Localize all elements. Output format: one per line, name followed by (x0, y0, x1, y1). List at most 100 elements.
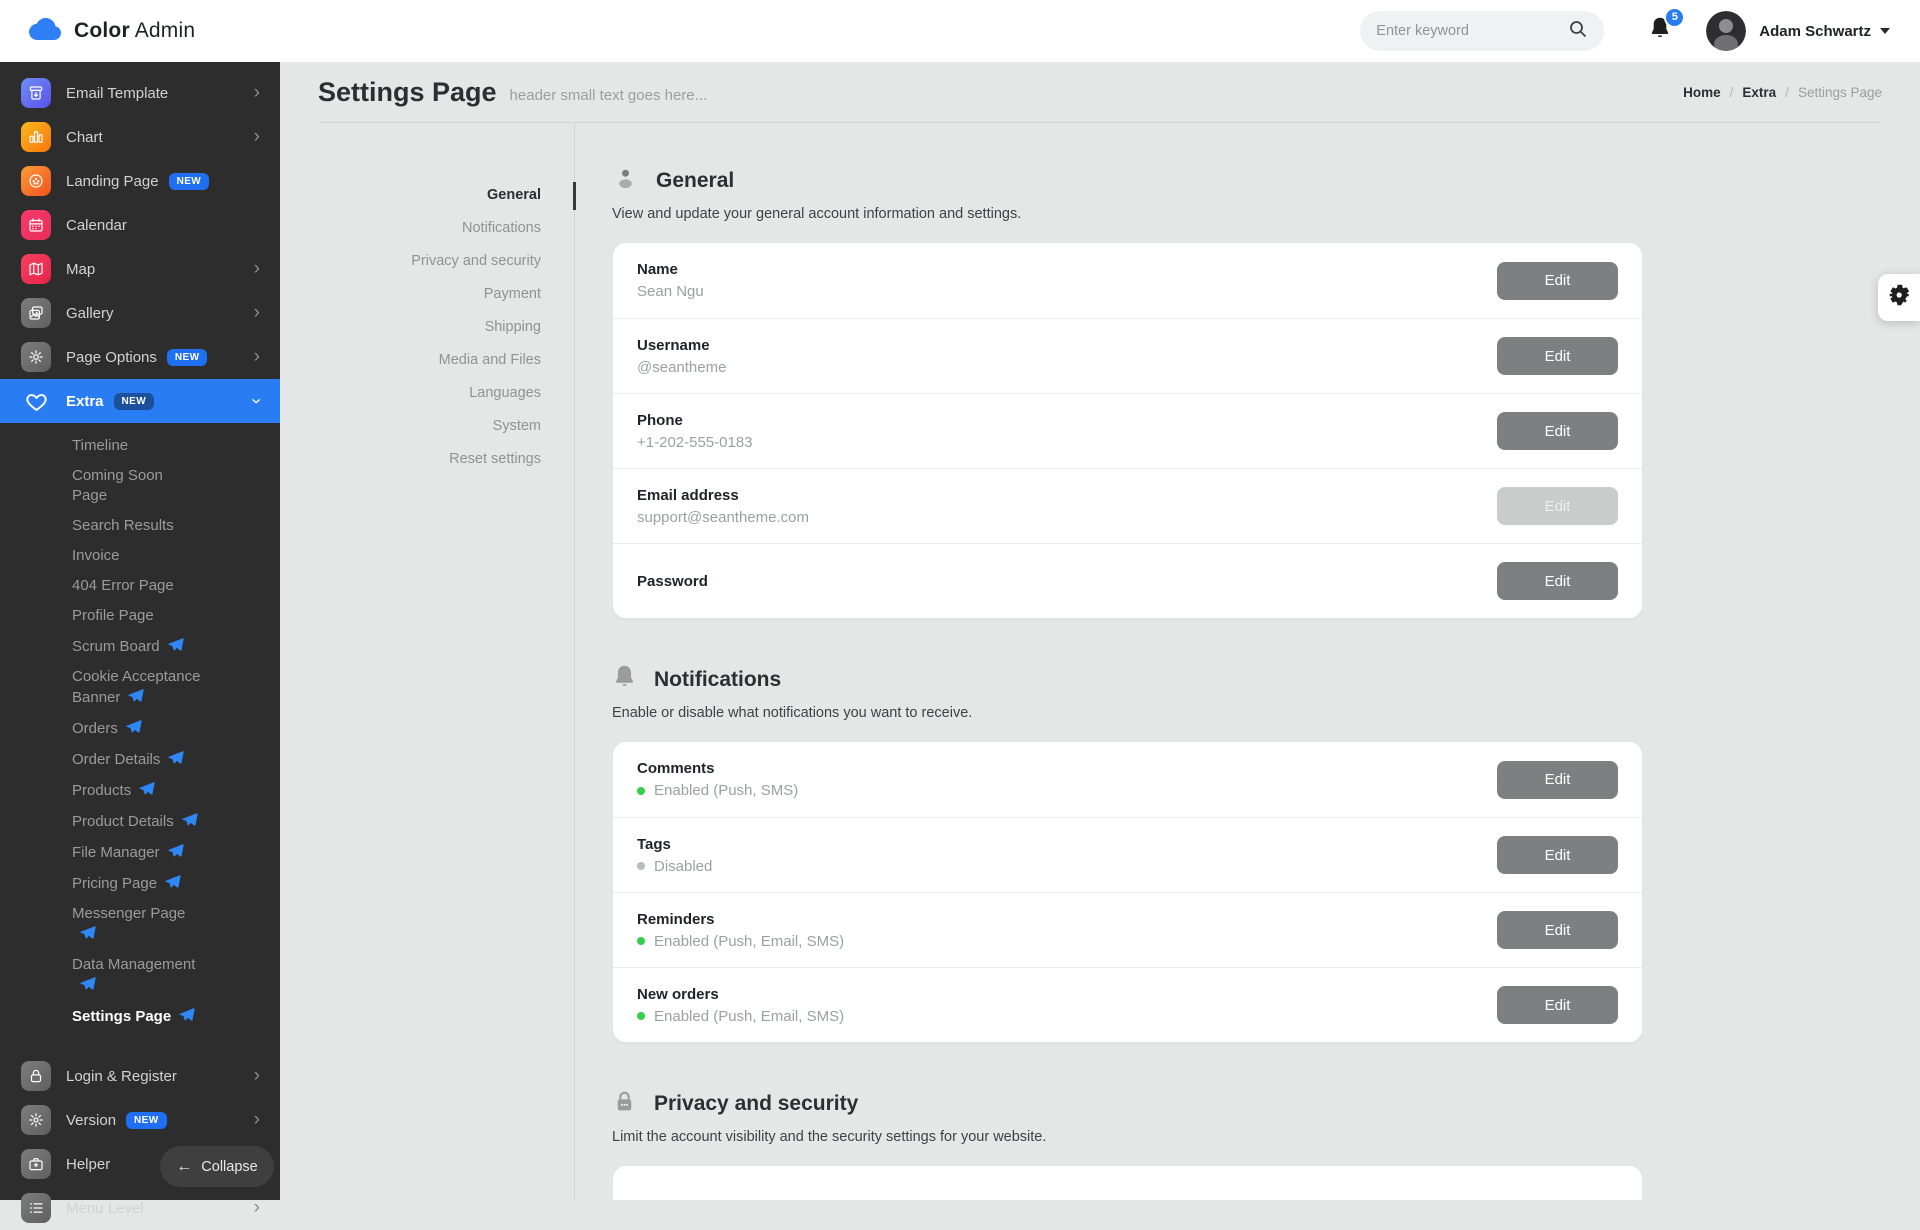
row-value: Disabled (637, 858, 712, 875)
edit-button[interactable]: Edit (1497, 337, 1618, 375)
sidebar-subitem[interactable]: Products (0, 775, 280, 806)
row-value: support@seantheme.com (637, 509, 809, 526)
collapse-sidebar-button[interactable]: ← Collapse (160, 1146, 274, 1187)
settings-row: Name Sean Ngu Edit (613, 243, 1642, 318)
settings-nav-media-and-files[interactable]: Media and Files (318, 344, 574, 377)
sidebar-subitem[interactable]: Order Details (0, 744, 280, 775)
sidebar-item-page-options[interactable]: Page Options NEW› (0, 335, 280, 379)
edit-button[interactable]: Edit (1497, 487, 1618, 525)
row-label: New orders (637, 986, 844, 1003)
lock-icon (612, 1088, 637, 1120)
chevron-right-icon: › (254, 1198, 260, 1217)
settings-card: Name Sean Ngu Edit Username @seantheme E… (612, 242, 1643, 619)
sidebar-item-label: Landing Page (66, 173, 159, 190)
sidebar-item-chart[interactable]: Chart › (0, 115, 280, 159)
settings-nav-languages[interactable]: Languages (318, 377, 574, 410)
settings-row: Password Edit (613, 543, 1642, 618)
row-label: Phone (637, 412, 753, 429)
status-dot-disabled (637, 862, 645, 870)
settings-nav-reset-settings[interactable]: Reset settings (318, 443, 574, 476)
breadcrumb-link[interactable]: Extra (1742, 85, 1776, 100)
settings-nav-system[interactable]: System (318, 410, 574, 443)
sidebar-item-label: Map (66, 261, 95, 278)
user-menu-caret-icon[interactable] (1880, 28, 1890, 34)
sidebar-item-gallery[interactable]: Gallery › (0, 291, 280, 335)
settings-nav-privacy-and-security[interactable]: Privacy and security (318, 245, 574, 278)
settings-nav-general[interactable]: General (318, 179, 574, 212)
sidebar-item-login-register[interactable]: Login & Register › (0, 1054, 280, 1098)
settings-row: Comments Enabled (Push, SMS) Edit (613, 742, 1642, 817)
sidebar-subitem[interactable]: Product Details (0, 806, 280, 837)
section-title: Privacy and security (654, 1092, 858, 1116)
brand-name: Color Admin (74, 19, 195, 43)
sidebar-subitem[interactable]: Data Management (0, 950, 280, 1001)
sidebar-item-map[interactable]: Map › (0, 247, 280, 291)
sidebar-subitem[interactable]: Search Results (0, 511, 280, 541)
sidebar-subitem[interactable]: 404 Error Page (0, 571, 280, 601)
edit-button[interactable]: Edit (1497, 262, 1618, 300)
sidebar-subitem[interactable]: Coming Soon Page (0, 461, 280, 511)
sidebar-item-label: Extra (66, 393, 104, 410)
sidebar-subitem[interactable]: Timeline (0, 431, 280, 461)
edit-button[interactable]: Edit (1497, 412, 1618, 450)
settings-nav-notifications[interactable]: Notifications (318, 212, 574, 245)
search-bar[interactable] (1360, 11, 1604, 51)
chart-icon (21, 122, 51, 152)
section-title: Notifications (654, 668, 781, 692)
settings-nav-shipping[interactable]: Shipping (318, 311, 574, 344)
settings-nav-payment[interactable]: Payment (318, 278, 574, 311)
edit-button[interactable]: Edit (1497, 761, 1618, 799)
avatar[interactable] (1706, 11, 1746, 51)
section-privacy: Privacy and security Limit the account v… (612, 1089, 1643, 1200)
sidebar-item-menu-level[interactable]: Menu Level › (0, 1186, 280, 1230)
notifications-bell[interactable]: 5 (1648, 16, 1672, 47)
sidebar-subitem[interactable]: Settings Page (0, 1001, 280, 1032)
sidebar-subitem[interactable]: Profile Page (0, 601, 280, 631)
sidebar-subitem[interactable]: Cookie Acceptance Banner (0, 662, 280, 713)
cloud-logo-icon (27, 16, 63, 47)
status-dot-enabled (637, 1012, 645, 1020)
sidebar-item-calendar[interactable]: Calendar (0, 203, 280, 247)
section-description: Enable or disable what notifications you… (612, 705, 1643, 721)
page-title: Settings Page (318, 77, 497, 108)
sidebar-item-landing-page[interactable]: Landing Page NEW (0, 159, 280, 203)
sidebar-item-version[interactable]: Version NEW› (0, 1098, 280, 1142)
edit-button[interactable]: Edit (1497, 986, 1618, 1024)
search-icon[interactable] (1568, 19, 1588, 44)
sidebar-subitem[interactable]: Scrum Board (0, 631, 280, 662)
sidebar-subitem[interactable]: File Manager (0, 837, 280, 868)
row-label: Password (637, 573, 708, 590)
sidebar-subitem[interactable]: Messenger Page (0, 899, 280, 950)
sidebar-item-extra[interactable]: Extra NEW› (0, 379, 280, 423)
row-label: Reminders (637, 911, 844, 928)
edit-button[interactable]: Edit (1497, 836, 1618, 874)
sidebar-item-email-template[interactable]: Email Template › (0, 71, 280, 115)
section-title: General (656, 169, 734, 193)
user-name[interactable]: Adam Schwartz (1759, 23, 1871, 40)
gear-icon (1887, 283, 1911, 312)
new-badge: NEW (167, 349, 208, 366)
sidebar-item-label: Login & Register (66, 1068, 177, 1085)
theme-settings-gear-button[interactable] (1878, 274, 1920, 321)
notification-count-badge: 5 (1664, 7, 1685, 28)
row-value: Sean Ngu (637, 283, 704, 300)
sidebar-item-label: Helper (66, 1156, 110, 1173)
edit-button[interactable]: Edit (1497, 562, 1618, 600)
landing-page-icon (21, 166, 51, 196)
breadcrumb-separator: / (1785, 85, 1789, 100)
sidebar-subitem[interactable]: Invoice (0, 541, 280, 571)
settings-row: Reminders Enabled (Push, Email, SMS) Edi… (613, 892, 1642, 967)
search-input[interactable] (1376, 23, 1568, 39)
edit-button[interactable]: Edit (1497, 911, 1618, 949)
row-value: Enabled (Push, Email, SMS) (637, 933, 844, 950)
sidebar: Email Template › Chart › Landing Page NE… (0, 62, 280, 1200)
sidebar-subitem[interactable]: Orders (0, 713, 280, 744)
email-template-icon (21, 78, 51, 108)
brand[interactable]: Color Admin (0, 16, 195, 47)
sidebar-subitem[interactable]: Pricing Page (0, 868, 280, 899)
breadcrumb-link[interactable]: Home (1683, 85, 1721, 100)
login-register-icon (21, 1061, 51, 1091)
sidebar-item-label: Menu Level (66, 1200, 144, 1217)
row-label: Tags (637, 836, 712, 853)
heart-icon (21, 391, 51, 412)
